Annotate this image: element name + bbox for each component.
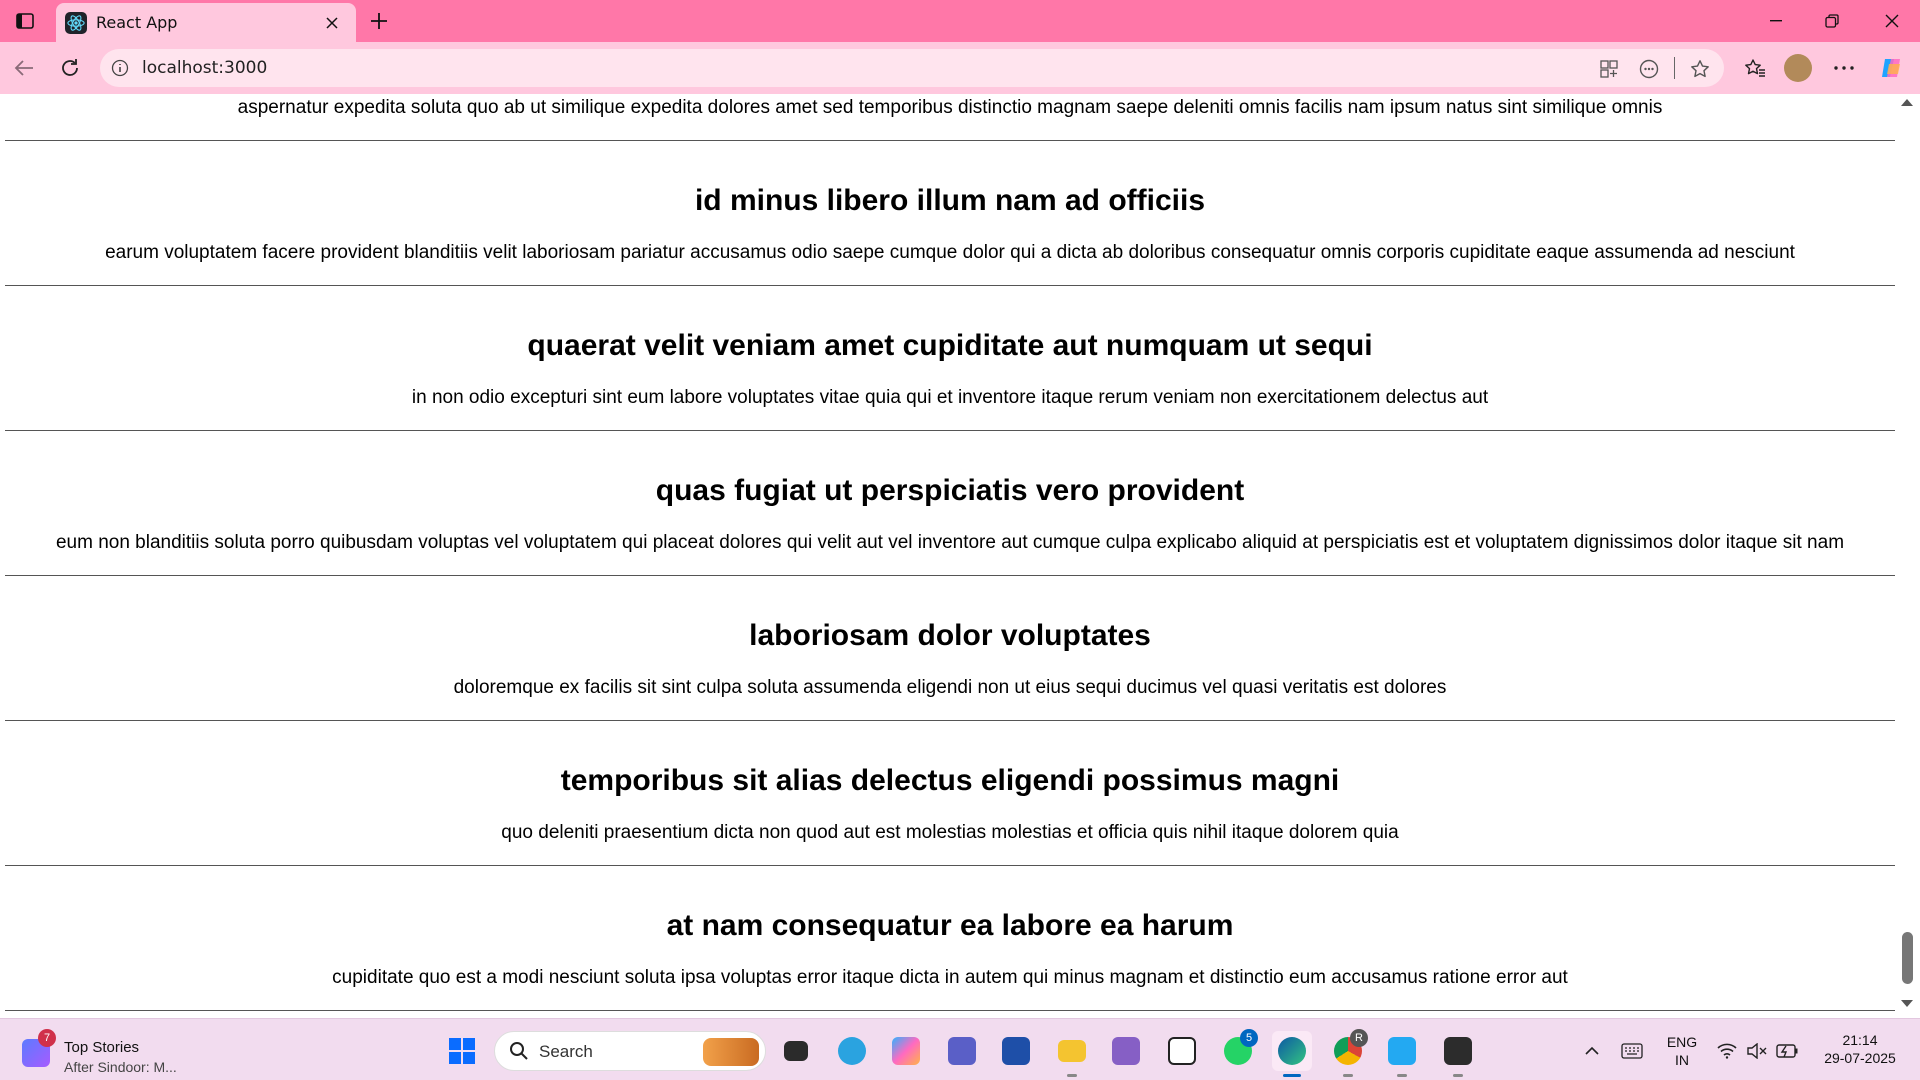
scrollbar-thumb[interactable]: [1902, 932, 1913, 984]
tab-react-app[interactable]: React App: [56, 3, 356, 42]
battery-icon[interactable]: [1770, 1031, 1804, 1071]
post-title: quas fugiat ut perspiciatis vero provide…: [655, 474, 1245, 507]
minimize-button[interactable]: [1748, 0, 1804, 42]
post-body: earum voluptatem facere provident blandi…: [105, 242, 1795, 263]
post-title: temporibus sit alias delectus eligendi p…: [560, 764, 1340, 797]
post-item: quas fugiat ut perspiciatis vero provide…: [5, 431, 1895, 576]
copilot-app-icon[interactable]: [886, 1031, 926, 1071]
chrome-icon[interactable]: R: [1328, 1029, 1368, 1077]
favorite-star-icon[interactable]: [1687, 56, 1713, 82]
post-item: id minus libero illum nam ad officiis ea…: [5, 141, 1895, 286]
running-indicator: [1343, 1074, 1353, 1077]
region-code: IN: [1675, 1052, 1689, 1068]
react-icon: [65, 12, 87, 34]
clock-time: 21:14: [1842, 1032, 1878, 1048]
read-aloud-icon[interactable]: [1636, 56, 1662, 82]
post-title: quaerat velit veniam amet cupiditate aut…: [527, 329, 1373, 362]
start-button[interactable]: [442, 1031, 482, 1071]
profile-avatar[interactable]: [1784, 54, 1812, 82]
tab-title: React App: [96, 13, 178, 32]
chevron-up-icon[interactable]: [1574, 1031, 1610, 1071]
running-indicator: [1067, 1074, 1077, 1077]
search-icon: [509, 1041, 529, 1065]
post-list: aspernatur expedita soluta quo ab ut sim…: [5, 94, 1895, 1011]
post-item: temporibus sit alias delectus eligendi p…: [5, 721, 1895, 866]
post-item: aspernatur expedita soluta quo ab ut sim…: [5, 94, 1895, 141]
post-body: in non odio excepturi sint eum labore vo…: [411, 387, 1489, 408]
terminal-icon[interactable]: [1438, 1031, 1478, 1077]
whatsapp-badge: 5: [1240, 1029, 1258, 1047]
divider: [1674, 57, 1675, 79]
url-text[interactable]: localhost:3000: [142, 58, 267, 78]
search-highlight-image: [703, 1038, 759, 1066]
post-item: laboriosam dolor voluptates doloremque e…: [5, 576, 1895, 721]
post-title: id minus libero illum nam ad officiis: [694, 184, 1206, 217]
copilot-icon[interactable]: [1876, 52, 1908, 84]
scroll-up-arrow-icon[interactable]: [1901, 99, 1913, 106]
favorites-icon[interactable]: [1739, 52, 1771, 84]
restore-button[interactable]: [1804, 0, 1860, 42]
clock[interactable]: 21:14 29-07-2025: [1810, 1031, 1910, 1067]
telegram-icon[interactable]: [832, 1031, 872, 1071]
store-icon[interactable]: [996, 1031, 1036, 1071]
language-indicator[interactable]: ENG IN: [1664, 1033, 1700, 1069]
keyboard-icon[interactable]: [1614, 1031, 1650, 1071]
post-item: quaerat velit veniam amet cupiditate aut…: [5, 286, 1895, 431]
vscode-icon[interactable]: [1382, 1031, 1422, 1077]
file-explorer-icon[interactable]: [1052, 1031, 1092, 1077]
widget-title: Top Stories: [64, 1039, 140, 1056]
edge-icon[interactable]: [1272, 1031, 1312, 1077]
chrome-profile-badge: R: [1350, 1029, 1368, 1047]
close-window-button[interactable]: [1864, 0, 1920, 42]
search-label: Search: [539, 1042, 593, 1061]
widget-subtitle: After Sindoor: M...: [64, 1059, 177, 1075]
running-indicator: [1397, 1074, 1407, 1077]
address-bar[interactable]: localhost:3000: [100, 49, 1724, 87]
post-body: cupiditate quo est a modi nesciunt solut…: [332, 967, 1568, 988]
browser-toolbar: localhost:3000: [0, 42, 1920, 94]
language-code: ENG: [1666, 1034, 1698, 1050]
page-viewport[interactable]: aspernatur expedita soluta quo ab ut sim…: [0, 94, 1920, 1018]
post-body: eum non blanditiis soluta porro quibusda…: [55, 532, 1845, 553]
wifi-icon[interactable]: [1710, 1031, 1744, 1071]
post-body: doloremque ex facilis sit sint culpa sol…: [453, 677, 1447, 698]
tab-actions-icon[interactable]: [10, 8, 40, 34]
post-body: aspernatur expedita soluta quo ab ut sim…: [237, 97, 1663, 118]
close-tab-icon[interactable]: [320, 11, 344, 35]
news-widget[interactable]: 7 Top Stories After Sindoor: M...: [20, 1029, 200, 1075]
post-item: at nam consequatur ea labore ea harum cu…: [5, 866, 1895, 1011]
back-arrow-icon[interactable]: [8, 52, 40, 84]
scroll-down-arrow-icon[interactable]: [1901, 1000, 1913, 1007]
active-indicator: [1283, 1074, 1301, 1077]
inkscape-icon[interactable]: [1162, 1031, 1202, 1071]
post-title: at nam consequatur ea labore ea harum: [666, 909, 1234, 942]
vertical-scrollbar[interactable]: [1896, 94, 1920, 1018]
running-indicator: [1453, 1074, 1463, 1077]
visual-studio-icon[interactable]: [1106, 1031, 1146, 1071]
task-view-icon[interactable]: [776, 1031, 816, 1071]
volume-muted-icon[interactable]: [1740, 1031, 1774, 1071]
post-title: laboriosam dolor voluptates: [749, 619, 1151, 652]
app-available-icon[interactable]: [1596, 56, 1622, 82]
tab-strip: React App: [0, 0, 1920, 42]
teams-icon[interactable]: [942, 1031, 982, 1071]
site-info-icon[interactable]: [110, 58, 130, 78]
notification-badge: 7: [38, 1029, 56, 1047]
more-options-icon[interactable]: [1828, 52, 1860, 84]
post-body: quo deleniti praesentium dicta non quod …: [501, 822, 1399, 843]
whatsapp-icon[interactable]: 5: [1218, 1029, 1258, 1071]
refresh-icon[interactable]: [54, 52, 86, 84]
taskbar-search[interactable]: Search: [494, 1031, 766, 1071]
new-tab-button[interactable]: [364, 6, 394, 36]
clock-date: 29-07-2025: [1824, 1050, 1896, 1066]
taskbar: 7 Top Stories After Sindoor: M... Search…: [0, 1018, 1920, 1080]
